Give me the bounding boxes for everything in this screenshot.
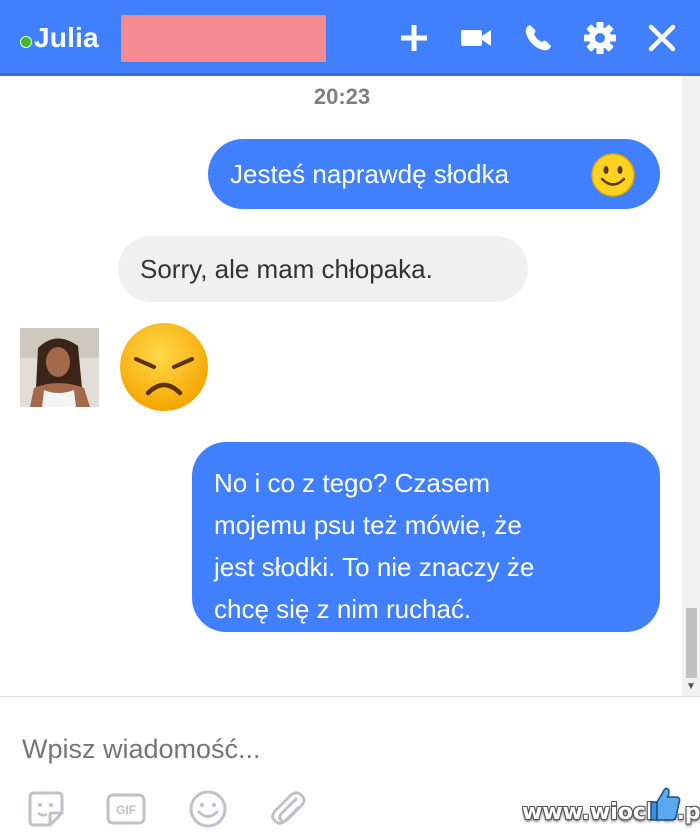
contact-avatar[interactable]	[20, 328, 99, 407]
message-line: mojemu psu też mówie, że	[214, 510, 522, 540]
attachment-icon[interactable]	[266, 787, 310, 831]
gif-label: GIF	[116, 803, 136, 817]
phone-icon[interactable]	[520, 20, 556, 56]
online-status-dot	[20, 36, 32, 48]
chat-header: Julia	[0, 0, 700, 76]
gif-icon[interactable]: GIF	[104, 787, 148, 831]
outgoing-message-bubble[interactable]: Jesteś naprawdę słodka	[208, 139, 660, 209]
message-line: jest słodki. To nie znaczy że	[214, 552, 535, 582]
sticker-icon[interactable]	[24, 787, 68, 831]
close-icon[interactable]	[644, 20, 680, 56]
outgoing-message-bubble[interactable]: No i co z tego? Czasem mojemu psu też mó…	[192, 442, 660, 632]
message-text: Sorry, ale mam chłopaka.	[140, 254, 433, 284]
plus-icon[interactable]	[396, 20, 432, 56]
thumbs-up-icon	[650, 787, 681, 821]
message-input[interactable]	[22, 729, 622, 769]
disappointed-face-icon	[120, 323, 208, 411]
scrollbar-track[interactable]	[682, 76, 700, 696]
message-line: No i co z tego? Czasem	[214, 468, 491, 498]
message-text: Jesteś naprawdę słodka	[230, 159, 509, 189]
contact-name[interactable]: Julia	[34, 22, 99, 54]
message-line: chcę się z nim ruchać.	[214, 594, 472, 624]
scroll-down-arrow-icon[interactable]: ▼	[684, 680, 698, 694]
emoji-icon[interactable]	[186, 787, 230, 831]
scrollbar-thumb[interactable]	[686, 608, 697, 678]
video-camera-icon[interactable]	[458, 20, 494, 56]
redacted-surname	[121, 15, 326, 62]
incoming-message-bubble[interactable]: Sorry, ale mam chłopaka.	[118, 236, 528, 302]
timestamp: 20:23	[313, 84, 371, 109]
gear-icon[interactable]	[582, 20, 618, 56]
smiling-face-icon	[591, 153, 635, 197]
message-thread[interactable]: 20:23 Jesteś naprawdę słodka Sorry, ale …	[0, 76, 700, 696]
